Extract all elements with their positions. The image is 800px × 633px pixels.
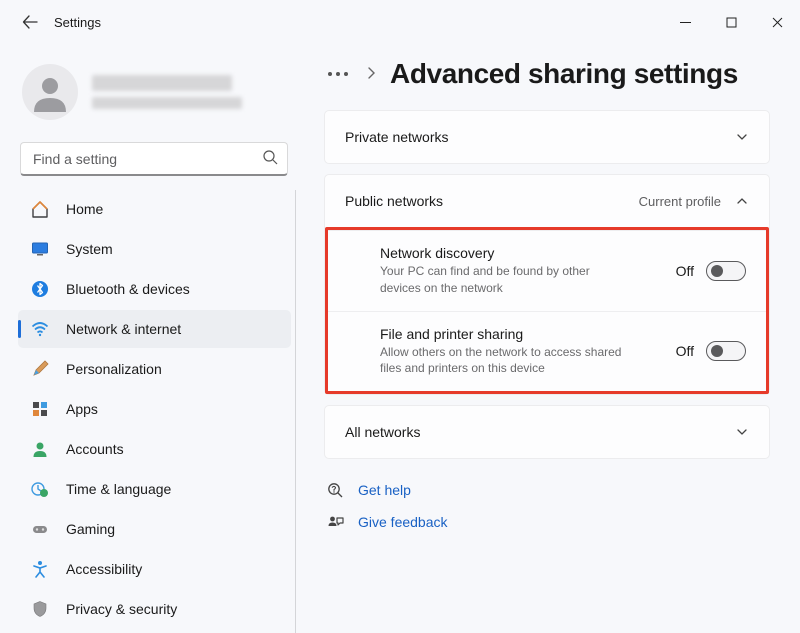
avatar	[22, 64, 78, 120]
sidebar-item-time-language[interactable]: Time & language	[18, 470, 291, 508]
chevron-right-icon	[366, 66, 376, 83]
sidebar-item-label: Bluetooth & devices	[66, 281, 190, 297]
setting-title: File and printer sharing	[380, 326, 660, 342]
sidebar-item-accounts[interactable]: Accounts	[18, 430, 291, 468]
minimize-icon	[680, 17, 691, 28]
help-icon	[326, 481, 344, 499]
sidebar-item-label: Network & internet	[66, 321, 181, 337]
network-discovery-toggle[interactable]	[706, 261, 746, 281]
sidebar-item-label: Personalization	[66, 361, 162, 377]
section-label: Public networks	[345, 193, 443, 209]
get-help-link[interactable]: Get help	[326, 481, 770, 499]
sidebar-item-gaming[interactable]: Gaming	[18, 510, 291, 548]
chevron-down-icon	[735, 425, 749, 439]
profile-name-redacted	[92, 75, 232, 91]
paintbrush-icon	[30, 359, 50, 379]
titlebar: Settings	[0, 0, 800, 44]
home-icon	[30, 199, 50, 219]
breadcrumb: Advanced sharing settings	[324, 58, 770, 90]
sidebar-item-privacy[interactable]: Privacy & security	[18, 590, 291, 628]
section-all-networks: All networks	[324, 405, 770, 459]
maximize-icon	[726, 17, 737, 28]
clock-globe-icon	[30, 479, 50, 499]
search-box	[20, 142, 288, 176]
person-icon	[30, 72, 70, 112]
sidebar-item-label: Time & language	[66, 481, 171, 497]
gamepad-icon	[30, 519, 50, 539]
sidebar-item-label: Accessibility	[66, 561, 142, 577]
section-label: All networks	[345, 424, 420, 440]
accessibility-icon	[30, 559, 50, 579]
toggle-state-label: Off	[676, 343, 694, 359]
sidebar-item-label: Privacy & security	[66, 601, 177, 617]
setting-title: Network discovery	[380, 245, 660, 261]
nav-list: Home System Bluetooth & devices	[18, 190, 296, 633]
window-close-button[interactable]	[754, 6, 800, 38]
profile-text	[92, 75, 242, 109]
chevron-down-icon	[735, 130, 749, 144]
current-profile-label: Current profile	[639, 194, 721, 209]
sidebar-item-accessibility[interactable]: Accessibility	[18, 550, 291, 588]
shield-icon	[30, 599, 50, 619]
bluetooth-icon	[30, 279, 50, 299]
sidebar-item-home[interactable]: Home	[18, 190, 291, 228]
all-networks-expander[interactable]: All networks	[325, 406, 769, 458]
sidebar-item-network[interactable]: Network & internet	[18, 310, 291, 348]
sidebar: Home System Bluetooth & devices	[0, 44, 300, 633]
give-feedback-link[interactable]: Give feedback	[326, 513, 770, 531]
link-label: Get help	[358, 482, 411, 498]
toggle-state-label: Off	[676, 263, 694, 279]
wifi-icon	[30, 319, 50, 339]
sidebar-item-label: Home	[66, 201, 103, 217]
feedback-icon	[326, 513, 344, 531]
person-icon	[30, 439, 50, 459]
breadcrumb-ellipsis-button[interactable]	[324, 68, 352, 80]
footer-links: Get help Give feedback	[324, 481, 770, 531]
section-public-networks: Public networks Current profile Network …	[324, 174, 770, 395]
section-private-networks: Private networks	[324, 110, 770, 164]
close-icon	[772, 17, 783, 28]
setting-network-discovery: Network discovery Your PC can find and b…	[328, 230, 766, 311]
file-printer-sharing-toggle[interactable]	[706, 341, 746, 361]
sidebar-item-label: Apps	[66, 401, 98, 417]
profile-email-redacted	[92, 97, 242, 109]
display-icon	[30, 239, 50, 259]
apps-icon	[30, 399, 50, 419]
page-title: Advanced sharing settings	[390, 58, 738, 90]
window-maximize-button[interactable]	[708, 6, 754, 38]
sidebar-item-label: Gaming	[66, 521, 115, 537]
sidebar-item-bluetooth[interactable]: Bluetooth & devices	[18, 270, 291, 308]
chevron-up-icon	[735, 194, 749, 208]
private-networks-expander[interactable]: Private networks	[325, 111, 769, 163]
window-minimize-button[interactable]	[662, 6, 708, 38]
setting-file-printer-sharing: File and printer sharing Allow others on…	[328, 311, 766, 392]
main-content: Advanced sharing settings Private networ…	[300, 44, 800, 633]
search-input[interactable]	[20, 142, 288, 176]
setting-description: Allow others on the network to access sh…	[380, 344, 630, 378]
sidebar-item-label: Accounts	[66, 441, 124, 457]
search-icon	[263, 150, 278, 168]
public-networks-expander[interactable]: Public networks Current profile	[325, 175, 769, 227]
arrow-left-icon	[22, 14, 38, 30]
profile-block[interactable]	[18, 64, 296, 120]
app-title: Settings	[54, 15, 101, 30]
section-label: Private networks	[345, 129, 448, 145]
sidebar-item-personalization[interactable]: Personalization	[18, 350, 291, 388]
highlighted-settings-box: Network discovery Your PC can find and b…	[325, 227, 769, 394]
sidebar-item-system[interactable]: System	[18, 230, 291, 268]
link-label: Give feedback	[358, 514, 448, 530]
sidebar-item-apps[interactable]: Apps	[18, 390, 291, 428]
back-button[interactable]	[10, 2, 50, 42]
sidebar-item-label: System	[66, 241, 113, 257]
setting-description: Your PC can find and be found by other d…	[380, 263, 630, 297]
